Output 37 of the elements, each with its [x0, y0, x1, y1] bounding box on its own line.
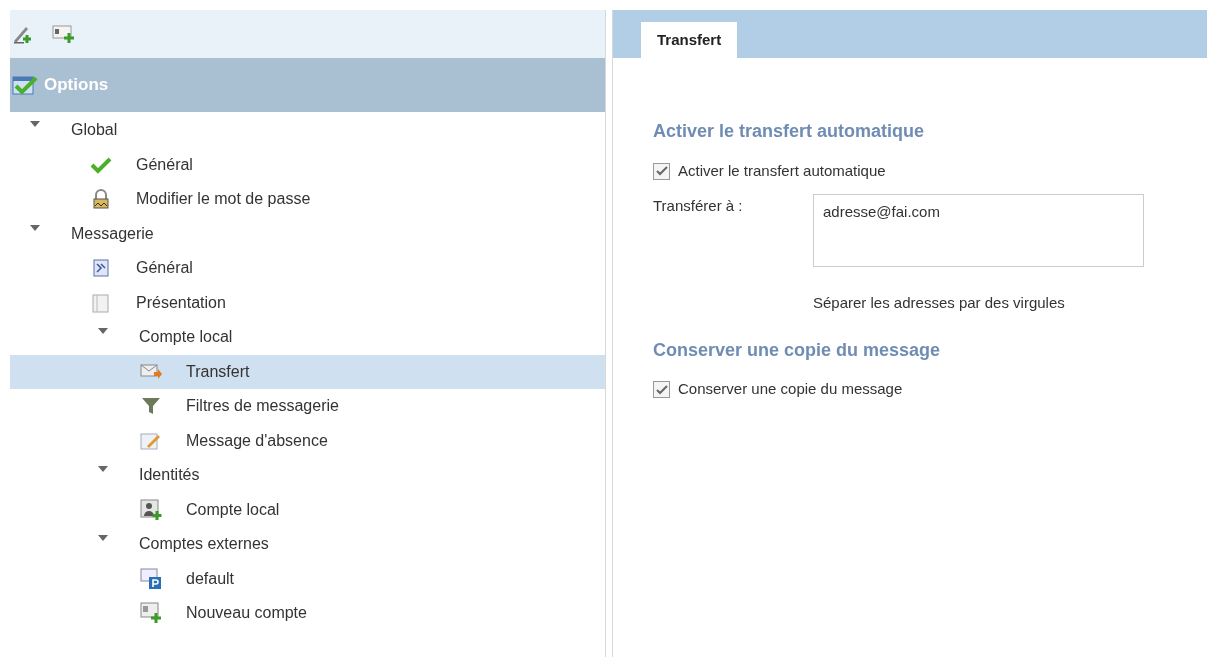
lock-icon — [91, 189, 111, 210]
tree-item[interactable]: Compte local — [10, 492, 605, 527]
tree-item[interactable]: Message d'absence — [10, 423, 605, 458]
tree-item[interactable]: Compte local — [10, 320, 605, 355]
tree-item[interactable]: Nouveau compte — [10, 596, 605, 631]
pencil-note-icon — [140, 430, 162, 451]
card-add-icon[interactable] — [52, 24, 76, 44]
document-icon — [92, 259, 110, 278]
tree-item[interactable]: Messagerie — [10, 216, 605, 251]
tree-item[interactable]: Comptes externes — [10, 527, 605, 562]
funnel-icon — [141, 396, 161, 417]
user-add-icon — [140, 498, 162, 521]
checkbox[interactable] — [653, 381, 670, 398]
page-icon — [91, 292, 111, 313]
card-add-icon — [140, 602, 162, 625]
checkbox-label: Conserver une copie du message — [678, 379, 903, 400]
tree-item[interactable]: Général — [10, 147, 605, 182]
tree-item[interactable]: Filtres de messagerie — [10, 389, 605, 424]
parking-card-icon — [140, 567, 162, 590]
tree-item[interactable]: Général — [10, 251, 605, 286]
tree-item[interactable]: Transfert — [10, 354, 605, 389]
section-heading: Activer le transfert automatique — [653, 120, 926, 143]
tree-item[interactable]: Identités — [10, 458, 605, 493]
hint-text: Séparer les adresses par des virgules — [813, 293, 1066, 313]
field-label: Transférer à : — [653, 196, 744, 216]
checkmark-icon — [90, 155, 112, 174]
tree-item[interactable]: Global — [10, 113, 605, 148]
tree-item[interactable]: Présentation — [10, 285, 605, 320]
tree-item[interactable]: Modifier le mot de passe — [10, 182, 605, 217]
input-field[interactable]: adresse@fai.com — [813, 194, 1144, 267]
checkbox-icon — [12, 74, 38, 96]
tree-item[interactable]: default — [10, 561, 605, 596]
checkbox-label: Activer le transfert automatique — [678, 160, 886, 181]
panel-title: Options — [44, 74, 109, 97]
section-heading: Conserver une copie du message — [653, 338, 942, 362]
checkbox[interactable] — [653, 162, 670, 180]
tab[interactable]: Transfert — [641, 22, 738, 58]
